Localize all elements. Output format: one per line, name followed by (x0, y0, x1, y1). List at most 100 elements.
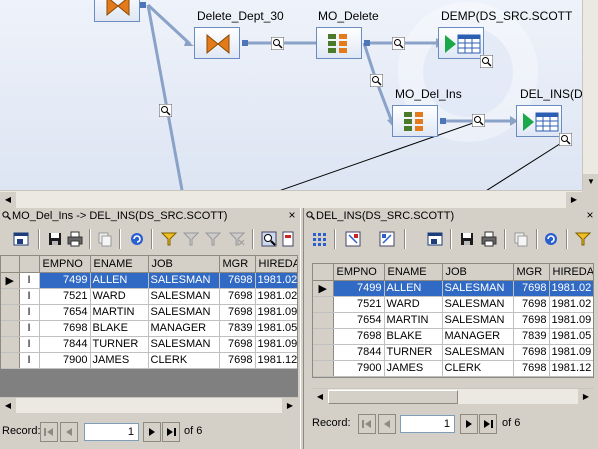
column-header-empno[interactable]: EMPNO (333, 264, 385, 281)
column-header-job[interactable]: JOB (442, 264, 514, 281)
data-viewer-icon[interactable] (480, 55, 493, 68)
table-row[interactable]: 7900 JAMES CLERK 7698 1981.12 (313, 360, 593, 377)
cell-job[interactable]: CLERK (442, 360, 514, 377)
cell-job[interactable]: SALESMAN (148, 272, 220, 289)
sort-asc-icon[interactable] (344, 230, 362, 248)
cell-empno[interactable]: 7654 (39, 304, 91, 321)
cell-job[interactable]: MANAGER (148, 320, 220, 337)
cell-hiredate[interactable]: 1981.12 (255, 352, 297, 369)
cell-ename[interactable]: TURNER (384, 344, 443, 361)
last-record-button[interactable] (479, 414, 497, 434)
transform-node-partial[interactable] (94, 0, 140, 22)
data-viewer-icon[interactable] (559, 133, 572, 146)
canvas-vertical-scrollbar[interactable]: ▼ (582, 0, 598, 190)
column-header-mgr[interactable]: MGR (219, 256, 256, 273)
record-number-input[interactable]: 1 (84, 423, 139, 441)
scroll-down-button[interactable]: ▼ (583, 174, 598, 190)
scroll-right-button[interactable]: ▶ (566, 192, 582, 208)
cell-ename[interactable]: WARD (384, 296, 443, 313)
copy-icon[interactable] (512, 230, 530, 248)
record-number-input[interactable]: 1 (400, 415, 455, 433)
scroll-left-button[interactable]: ◀ (312, 389, 328, 405)
mapping-canvas[interactable]: Delete_Dept_30 MO_Delete DEMP(DS_SRC.SCO… (0, 0, 598, 208)
canvas-horizontal-scrollbar[interactable]: ◀ ▶ (0, 190, 582, 208)
cell-hiredate[interactable]: 1981.09 (549, 312, 593, 329)
cell-job[interactable]: SALESMAN (442, 312, 514, 329)
cell-hiredate[interactable]: 1981.09 (255, 336, 297, 353)
cell-job[interactable]: SALESMAN (148, 336, 220, 353)
cell-mgr[interactable]: 7839 (513, 328, 550, 345)
cell-hiredate[interactable]: 1981.02 (255, 288, 297, 305)
cell-empno[interactable]: 7698 (39, 320, 91, 337)
cell-mgr[interactable]: 7698 (513, 360, 550, 377)
data-viewer-icon[interactable] (370, 74, 383, 87)
data-viewer-icon[interactable] (159, 104, 172, 117)
cell-empno[interactable]: 7900 (333, 360, 385, 377)
scroll-right-button[interactable]: ▶ (578, 389, 594, 405)
right-data-grid[interactable]: EMPNO ENAME JOB MGR HIREDA ▶ 7499 ALLEN … (312, 263, 594, 378)
previous-record-button[interactable] (378, 414, 396, 434)
table-row[interactable]: I 7844 TURNER SALESMAN 7698 1981.09 (1, 336, 297, 353)
table-row[interactable]: ▶ 7499 ALLEN SALESMAN 7698 1981.02 (313, 280, 593, 297)
table-row[interactable]: 7844 TURNER SALESMAN 7698 1981.09 (313, 344, 593, 361)
cell-mgr[interactable]: 7698 (219, 352, 256, 369)
del-ins-target-node[interactable] (516, 105, 562, 137)
cell-empno[interactable]: 7844 (39, 336, 91, 353)
mo-delete-node[interactable] (316, 27, 362, 59)
data-viewer-icon[interactable] (472, 114, 485, 127)
column-header-hiredate[interactable]: HIREDA (255, 256, 297, 273)
cell-ename[interactable]: TURNER (90, 336, 149, 353)
table-row[interactable]: I 7900 JAMES CLERK 7698 1981.12 (1, 352, 297, 369)
table-row[interactable]: I 7521 WARD SALESMAN 7698 1981.02 (1, 288, 297, 305)
next-record-button[interactable] (460, 414, 478, 434)
cell-empno[interactable]: 7900 (39, 352, 91, 369)
column-header-ename[interactable]: ENAME (90, 256, 149, 273)
data-viewer-icon[interactable] (271, 37, 284, 50)
column-header-hiredate[interactable]: HIREDA (549, 264, 593, 281)
sort-desc-icon[interactable] (378, 230, 396, 248)
close-icon[interactable]: × (584, 208, 596, 224)
left-grid-horizontal-scrollbar[interactable]: ◀ ▶ (0, 397, 298, 414)
cell-hiredate[interactable]: 1981.09 (255, 304, 297, 321)
cell-mgr[interactable]: 7698 (513, 280, 550, 297)
right-grid-horizontal-scrollbar[interactable]: ◀ ▶ (312, 388, 594, 405)
cell-hiredate[interactable]: 1981.02 (255, 272, 297, 289)
cell-hiredate[interactable]: 1981.05 (255, 320, 297, 337)
scroll-thumb[interactable] (328, 390, 458, 404)
cell-job[interactable]: SALESMAN (148, 304, 220, 321)
cell-hiredate[interactable]: 1981.12 (549, 360, 593, 377)
filter-add-icon[interactable] (182, 230, 200, 248)
cell-ename[interactable]: BLAKE (90, 320, 149, 337)
cell-mgr[interactable]: 7698 (219, 304, 256, 321)
cell-empno[interactable]: 7499 (333, 280, 385, 297)
first-record-button[interactable] (358, 414, 376, 434)
table-row[interactable]: ▶ I 7499 ALLEN SALESMAN 7698 1981.02 (1, 272, 297, 289)
next-record-button[interactable] (143, 422, 161, 442)
column-header-job[interactable]: JOB (148, 256, 220, 273)
cell-job[interactable]: SALESMAN (442, 280, 514, 297)
cell-hiredate[interactable]: 1981.02 (549, 280, 593, 297)
cell-job[interactable]: MANAGER (442, 328, 514, 345)
cell-mgr[interactable]: 7698 (513, 312, 550, 329)
last-record-button[interactable] (162, 422, 180, 442)
save-icon[interactable] (46, 230, 64, 248)
refresh-icon[interactable] (128, 230, 146, 248)
cell-mgr[interactable]: 7698 (219, 272, 256, 289)
grid-view-icon[interactable] (426, 230, 444, 248)
cell-empno[interactable]: 7654 (333, 312, 385, 329)
grid-dots-icon[interactable] (310, 230, 328, 248)
cell-job[interactable]: SALESMAN (442, 296, 514, 313)
cell-empno[interactable]: 7499 (39, 272, 91, 289)
cell-empno[interactable]: 7844 (333, 344, 385, 361)
column-header-mgr[interactable]: MGR (513, 264, 550, 281)
cell-mgr[interactable]: 7698 (219, 336, 256, 353)
cell-empno[interactable]: 7521 (39, 288, 91, 305)
cell-hiredate[interactable]: 1981.02 (549, 296, 593, 313)
close-icon[interactable]: × (286, 208, 298, 224)
cell-ename[interactable]: ALLEN (90, 272, 149, 289)
cell-mgr[interactable]: 7698 (513, 344, 550, 361)
data-viewer-icon[interactable] (392, 37, 405, 50)
cell-ename[interactable]: JAMES (90, 352, 149, 369)
export-icon[interactable] (282, 230, 294, 248)
left-data-grid[interactable]: EMPNO ENAME JOB MGR HIREDA ▶ I 7499 ALLE… (0, 255, 298, 370)
